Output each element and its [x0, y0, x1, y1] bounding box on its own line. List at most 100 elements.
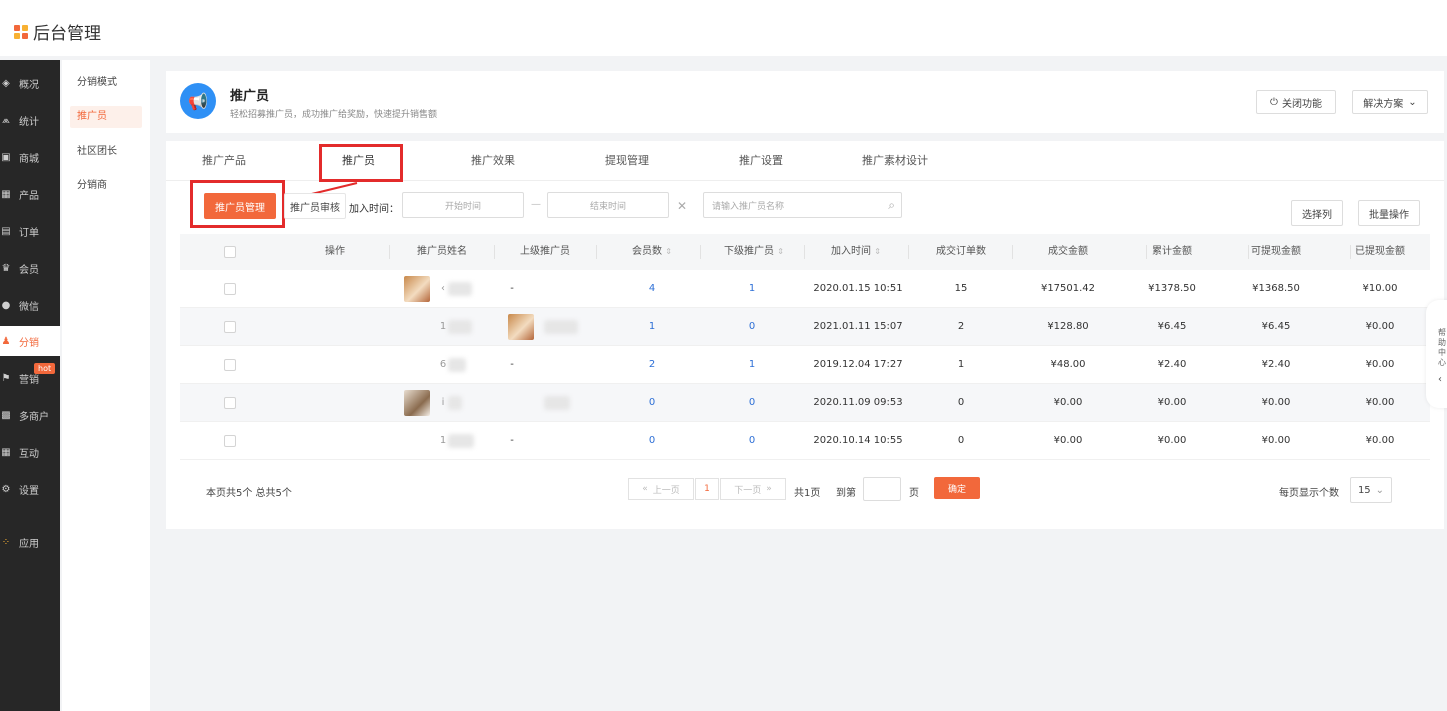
sidebar-item-apps[interactable]: ⁘ 应用: [0, 527, 60, 557]
tab-promoters[interactable]: 推广员: [342, 141, 375, 181]
promoter-name[interactable]: 1: [438, 422, 448, 460]
blurred-name: [448, 320, 472, 334]
tab-promote-material[interactable]: 推广素材设计: [862, 141, 928, 181]
table-header: 操作 推广员姓名 上级推广员 会员数 ⇕ 下级推广员 ⇕ 加入时间 ⇕ 成交订单…: [180, 234, 1430, 270]
member-count[interactable]: 0: [632, 422, 672, 460]
table-row[interactable]: ‹ - 4 1 2020.01.15 10:51 15 ¥17501.42 ¥1…: [180, 270, 1430, 308]
confirm-page-button[interactable]: 确定: [934, 477, 980, 499]
tab-promote-products[interactable]: 推广产品: [202, 141, 246, 181]
subordinate-count[interactable]: 0: [732, 308, 772, 346]
next-page-button[interactable]: 下一页 »: [720, 478, 786, 500]
withdrawable-amount: ¥6.45: [1261, 321, 1291, 332]
choose-columns-button[interactable]: 选择列: [1291, 200, 1343, 226]
sidebar-item-merchants[interactable]: ▩ 多商户: [0, 400, 60, 430]
row-checkbox[interactable]: [224, 359, 236, 371]
row-checkbox[interactable]: [224, 321, 236, 333]
power-icon: ⏻: [1270, 96, 1278, 108]
row-checkbox[interactable]: [224, 283, 236, 295]
member-count[interactable]: 1: [632, 308, 672, 346]
close-feature-button[interactable]: ⏻ 关闭功能: [1256, 90, 1336, 114]
row-checkbox[interactable]: [224, 397, 236, 409]
per-page-value: 15: [1357, 484, 1371, 496]
deal-amount: ¥0.00: [1053, 435, 1083, 446]
subordinate-count[interactable]: 1: [732, 346, 772, 384]
sidebar-item-marketing[interactable]: ⚑ 营销 hot: [0, 363, 60, 393]
goto-page-input[interactable]: [863, 477, 901, 501]
table-row[interactable]: 1 1 0 2021.01.11 15:07 2 ¥128.80 ¥6.45 ¥…: [180, 308, 1430, 346]
page-subtitle: 轻松招募推广员，成功推广给奖励，快速提升销售额: [230, 110, 438, 120]
app-logo[interactable]: 后台管理: [14, 19, 101, 44]
merchant-icon: ▩: [1, 409, 11, 421]
tab-promote-settings[interactable]: 推广设置: [739, 141, 783, 181]
subnav-promoter[interactable]: 推广员: [70, 106, 142, 128]
page-1-button[interactable]: 1: [695, 478, 719, 500]
table-row[interactable]: 6 - 2 1 2019.12.04 17:27 1 ¥48.00 ¥2.40 …: [180, 346, 1430, 384]
sort-icon: ⇕: [874, 247, 881, 256]
page-unit-label: 页: [909, 488, 919, 499]
subnav-distributor[interactable]: 分销商: [70, 175, 142, 197]
total-amount: ¥0.00: [1157, 435, 1187, 446]
promoter-review-button[interactable]: 推广员审核: [284, 193, 346, 219]
withdrawn-amount: ¥0.00: [1365, 359, 1395, 370]
hot-badge: hot: [34, 363, 56, 374]
row-checkbox[interactable]: [224, 435, 236, 447]
sidebar-item-products[interactable]: ▦ 产品: [0, 179, 60, 209]
subordinate-count[interactable]: 0: [732, 422, 772, 460]
col-total-amount: 累计金额: [1152, 246, 1192, 257]
help-center-label: 帮助中心: [1438, 328, 1446, 367]
search-input[interactable]: 请输入推广员名称 ⌕: [703, 192, 902, 218]
join-time: 2020.11.09 09:53: [813, 397, 903, 408]
next-page-label: 下一页: [734, 485, 762, 496]
sidebar-item-settings[interactable]: ⚙ 设置: [0, 474, 60, 504]
sidebar-item-store[interactable]: ▣ 商城: [0, 142, 60, 172]
sort-icon: ⇕: [777, 247, 784, 256]
prev-page-button[interactable]: « 上一页: [628, 478, 694, 500]
clear-icon[interactable]: ✕: [677, 199, 687, 213]
solution-label: 解决方案: [1363, 98, 1404, 110]
sidebar-item-orders[interactable]: ▤ 订单: [0, 216, 60, 246]
col-divider: [700, 245, 701, 259]
sidebar-item-label: 微信: [19, 301, 39, 313]
table-row[interactable]: i 0 0 2020.11.09 09:53 0 ¥0.00 ¥0.00 ¥0.…: [180, 384, 1430, 422]
double-left-icon: «: [642, 484, 648, 494]
batch-operation-button[interactable]: 批量操作: [1358, 200, 1420, 226]
chevron-down-icon: ⌄: [1375, 484, 1385, 496]
promoter-name[interactable]: ‹: [438, 270, 448, 308]
member-count[interactable]: 0: [632, 384, 672, 422]
promoter-manage-button[interactable]: 推广员管理: [204, 193, 276, 219]
per-page-select[interactable]: 15 ⌄: [1350, 477, 1392, 503]
sidebar-item-wechat[interactable]: ● 微信: [0, 290, 60, 320]
sidebar-item-overview[interactable]: ◈ 概况: [0, 68, 60, 98]
sidebar-item-members[interactable]: ♛ 会员: [0, 253, 60, 283]
col-subordinates[interactable]: 下级推广员 ⇕: [718, 234, 790, 270]
tab-promote-effect[interactable]: 推广效果: [471, 141, 515, 181]
sidebar-item-stats[interactable]: ⩕ 统计: [0, 105, 60, 135]
table-row[interactable]: 1 - 0 0 2020.10.14 10:55 0 ¥0.00 ¥0.00 ¥…: [180, 422, 1430, 460]
sidebar: ◈ 概况 ⩕ 统计 ▣ 商城 ▦ 产品 ▤ 订单 ♛ 会员 ● 微信 ♟ 分销 ⚑ 营销 hot ▩…: [0, 60, 60, 711]
sidebar-item-interact[interactable]: ▦ 互动: [0, 437, 60, 467]
tab-withdraw[interactable]: 提现管理: [605, 141, 649, 181]
start-time-input[interactable]: 开始时间: [402, 192, 524, 218]
col-divider: [804, 245, 805, 259]
promoter-name[interactable]: i: [438, 384, 448, 422]
promoter-name[interactable]: 6: [438, 346, 448, 384]
help-center-tab[interactable]: 帮助中心 ‹: [1426, 300, 1447, 408]
solution-dropdown[interactable]: 解决方案 ⌄: [1352, 90, 1428, 114]
sidebar-item-distribution[interactable]: ♟ 分销: [0, 326, 60, 356]
subnav-community-leader[interactable]: 社区团长: [70, 141, 142, 163]
order-count: 0: [957, 397, 965, 408]
col-members[interactable]: 会员数 ⇕: [624, 234, 680, 270]
select-all-checkbox[interactable]: [224, 246, 236, 258]
end-time-input[interactable]: 结束时间: [547, 192, 669, 218]
deal-amount: ¥17501.42: [1040, 283, 1096, 294]
subnav-distribution-mode[interactable]: 分销模式: [70, 72, 142, 94]
col-join-time[interactable]: 加入时间 ⇕: [824, 234, 888, 270]
sidebar-item-label: 互动: [19, 448, 39, 460]
promoter-name[interactable]: 1: [438, 308, 448, 346]
subordinate-count[interactable]: 0: [732, 384, 772, 422]
member-count[interactable]: 2: [632, 346, 672, 384]
apps-icon: ⁘: [1, 536, 11, 548]
subordinate-count[interactable]: 1: [732, 270, 772, 308]
sidebar-item-label: 产品: [19, 190, 39, 202]
member-count[interactable]: 4: [632, 270, 672, 308]
